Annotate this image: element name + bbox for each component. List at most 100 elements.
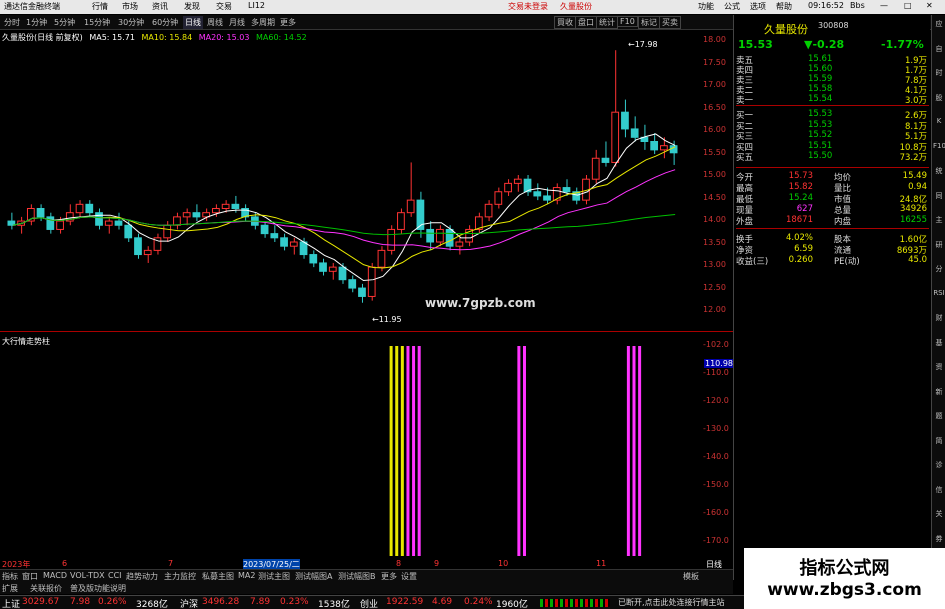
tab-test-main[interactable]: 测试主图 [258, 571, 290, 582]
tab-settings[interactable]: 设置 [401, 571, 417, 582]
sidebar-item[interactable]: 关 [933, 509, 945, 519]
tab-vol-tdx[interactable]: VOL-TDX [70, 571, 105, 580]
maximize-icon[interactable]: □ [904, 1, 912, 10]
tab-30min[interactable]: 30分钟 [116, 16, 146, 29]
tab-5min[interactable]: 5分钟 [52, 16, 77, 29]
candle [134, 233, 142, 259]
menu-help[interactable]: 帮助 [776, 1, 792, 12]
menu-options[interactable]: 选项 [750, 1, 766, 12]
tab-more-indicators[interactable]: 更多 [381, 571, 397, 582]
tab-template[interactable]: 模板 [683, 571, 699, 582]
indicator-chart[interactable] [0, 334, 702, 558]
stock-title-link[interactable]: 久量股份 [560, 1, 592, 12]
price-tick-label: 16.50 [703, 102, 726, 112]
sidebar-item[interactable]: 研 [933, 240, 945, 250]
tab-main-monitor[interactable]: 主力监控 [164, 571, 196, 582]
menu-formula[interactable]: 公式 [724, 1, 740, 12]
candle [46, 212, 55, 234]
sidebar-item[interactable]: 题 [933, 411, 945, 421]
toolbar-button[interactable]: 买卖 [659, 16, 681, 29]
index-pct: 0.23% [280, 597, 309, 607]
sidebar-item[interactable]: 新 [933, 387, 945, 397]
toolbar-button[interactable]: 标记 [638, 16, 660, 29]
candle [270, 225, 279, 242]
sidebar-item[interactable]: 资 [933, 362, 945, 372]
tab-window[interactable]: 窗口 [22, 571, 38, 582]
index-name[interactable]: 上证 [2, 597, 20, 609]
stat-value: 627 [796, 204, 813, 214]
candlestick-chart[interactable] [0, 31, 702, 321]
stats-row: 最高 15.82 量比 0.94 [736, 182, 929, 194]
tab-daily[interactable]: 日线 [183, 16, 203, 29]
sidebar-item[interactable]: 时 [933, 68, 945, 78]
tab-indicator[interactable]: 指标 [2, 571, 18, 582]
sidebar-item[interactable]: K [933, 117, 945, 125]
bid-row: 买四 15.51 10.8万 [736, 141, 929, 153]
tab-test-sub-b[interactable]: 测试幅图B [338, 571, 376, 582]
tab-1min[interactable]: 1分钟 [24, 16, 49, 29]
candle [650, 133, 659, 155]
watermark-overlay: 指标公式网 www.zbgs3.com [744, 548, 945, 609]
tab-weekly[interactable]: 周线 [205, 16, 225, 29]
tab-minute[interactable]: 分时 [2, 16, 22, 29]
toolbar-button[interactable]: 買收 [554, 16, 576, 29]
sidebar-item[interactable]: 股 [933, 93, 945, 103]
tab-more[interactable]: 更多 [278, 16, 298, 29]
tab-private-main[interactable]: 私募主图 [202, 571, 234, 582]
toolbar-button[interactable]: F10 [617, 16, 638, 27]
sidebar-item[interactable]: 信 [933, 485, 945, 495]
price-line: 15.53 ▼-0.28 -1.77% [736, 38, 929, 51]
candle [455, 237, 464, 255]
sidebar-item[interactable]: 简 [933, 436, 945, 446]
sidebar-item[interactable]: 券 [933, 534, 945, 544]
tab-macd[interactable]: MACD [43, 571, 67, 580]
sidebar-item[interactable]: 财 [933, 313, 945, 323]
sidebar-item[interactable]: RSI [933, 289, 945, 297]
tab-feature-notes[interactable]: 普及版功能说明 [70, 583, 126, 594]
sidebar-item[interactable]: 主 [933, 215, 945, 225]
bid-row: 买五 15.50 73.2万 [736, 151, 929, 163]
connection-notice[interactable]: 已断开,点击此处连接行情主站 [618, 597, 725, 608]
tab-test-sub-a[interactable]: 测试幅图A [295, 571, 332, 582]
tab-ma2[interactable]: MA2 [238, 571, 255, 580]
tab-extension[interactable]: 扩展 [2, 583, 18, 594]
menu-item[interactable]: 发现 [184, 1, 200, 12]
minimize-icon[interactable]: — [880, 1, 888, 10]
toolbar-button[interactable]: 盘口 [575, 16, 597, 29]
menu-item[interactable]: 行情 [92, 1, 108, 12]
menu-item[interactable]: LI12 [248, 1, 265, 10]
sidebar-item[interactable]: F10 [933, 142, 945, 150]
sidebar-item[interactable]: 诊 [933, 460, 945, 470]
watermark-url: www.zbgs3.com [767, 580, 922, 600]
index-name[interactable]: 沪深 [180, 597, 198, 609]
tab-multi-period[interactable]: 多周期 [249, 16, 277, 29]
tab-trend-power[interactable]: 趋势动力 [126, 571, 158, 582]
sidebar-item[interactable]: 基 [933, 338, 945, 348]
toolbar-button[interactable]: 统计 [596, 16, 618, 29]
trade-login-link[interactable]: 交易未登录 [508, 1, 548, 12]
sidebar-item[interactable]: 同 [933, 191, 945, 201]
tab-cci[interactable]: CCI [108, 571, 122, 580]
sidebar-item[interactable]: 分 [933, 264, 945, 274]
index-name[interactable]: 创业 [360, 597, 378, 609]
close-icon[interactable]: ✕ [926, 1, 933, 10]
tab-60min[interactable]: 60分钟 [150, 16, 180, 29]
menu-item[interactable]: 交易 [216, 1, 232, 12]
index-pct: 0.24% [464, 597, 493, 607]
stat-value: 16255 [899, 215, 927, 225]
menu-function[interactable]: 功能 [698, 1, 714, 12]
indicator-bar [417, 346, 421, 556]
menu-item[interactable]: 资讯 [152, 1, 168, 12]
tab-monthly[interactable]: 月线 [227, 16, 247, 29]
sidebar-item[interactable]: 统 [933, 166, 945, 176]
sidebar-item[interactable]: 自 [933, 44, 945, 54]
bbs-link[interactable]: Bbs [850, 1, 865, 10]
menu-item[interactable]: 市场 [122, 1, 138, 12]
sidebar-item[interactable]: 应 [933, 19, 945, 29]
tab-15min[interactable]: 15分钟 [82, 16, 112, 29]
bid-row: 买二 15.53 8.1万 [736, 120, 929, 132]
low-label: ←11.95 [372, 315, 402, 324]
tab-related-quotes[interactable]: 关联报价 [30, 583, 62, 594]
candle [406, 162, 415, 217]
index-value: 1922.59 [386, 597, 424, 607]
